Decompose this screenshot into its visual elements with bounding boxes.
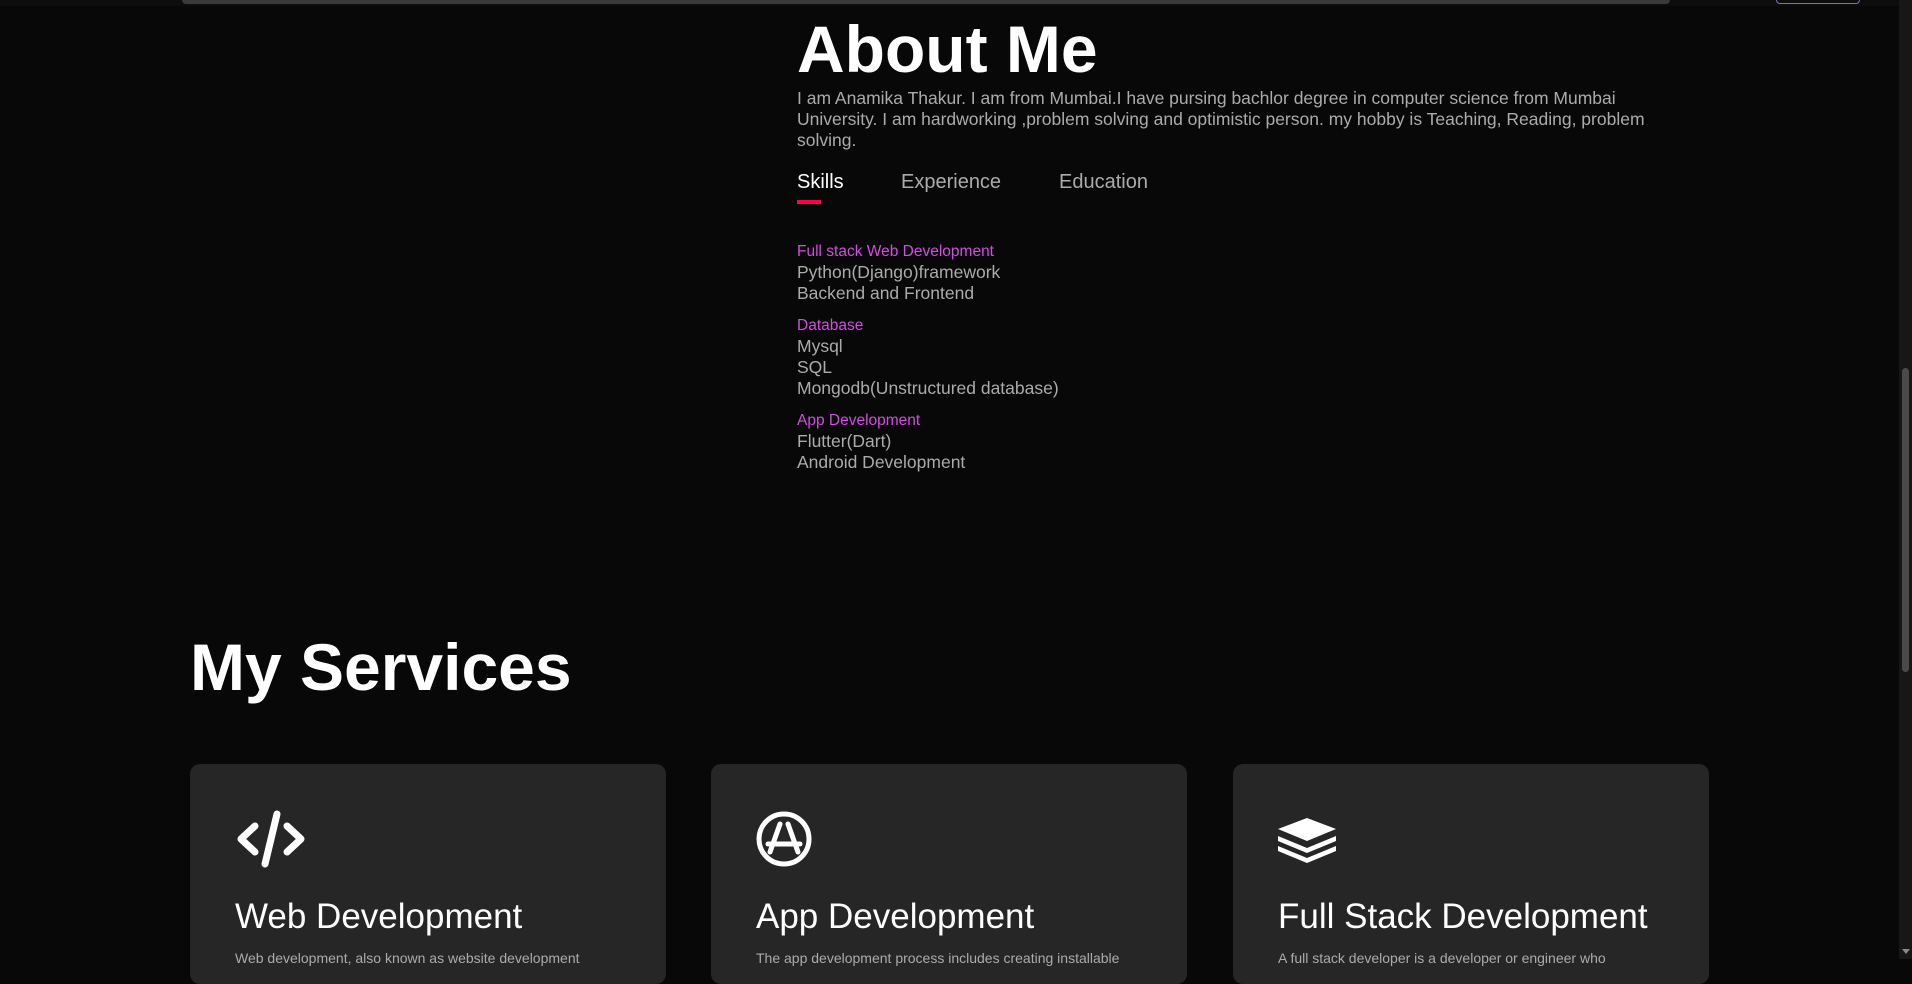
card-title: Web Development [235,897,523,936]
service-card-app[interactable]: App Development The app development proc… [711,764,1187,984]
tab-experience[interactable]: Experience [901,171,1001,194]
card-description: Web development, also known as website d… [235,950,580,966]
code-icon [237,810,305,868]
tab-skills[interactable]: Skills [797,171,844,204]
service-card-web[interactable]: Web Development Web development, also kn… [190,764,666,984]
skill-item: Flutter(Dart) [797,431,892,451]
about-title: About Me [797,12,1098,86]
skill-group-title: Database [797,317,864,334]
layers-icon [1278,818,1336,863]
scrollbar[interactable] [1899,0,1912,959]
app-store-icon [756,811,812,867]
skill-group-title: Full stack Web Development [797,243,994,260]
skill-item: Backend and Frontend [797,283,975,303]
card-description: A full stack developer is a developer or… [1278,950,1606,966]
skill-item: SQL [797,357,833,377]
skill-item: Mongodb(Unstructured database) [797,378,1059,398]
toolbar-button[interactable] [1776,0,1860,4]
skill-group-app: App Development Flutter(Dart) Android De… [797,410,1059,473]
card-title: Full Stack Development [1278,897,1648,936]
about-section: About Me I am Anamika Thakur. I am from … [797,10,1697,151]
scroll-down-icon[interactable] [1902,949,1910,954]
service-card-fullstack[interactable]: Full Stack Development A full stack deve… [1233,764,1709,984]
skill-item: Python(Django)framework [797,262,1001,282]
skill-item: Mysql [797,336,843,356]
skills-list: Full stack Web Development Python(Django… [797,241,1059,484]
skill-item: Android Development [797,452,966,472]
skill-group-title: App Development [797,412,921,429]
card-title: App Development [756,897,1035,936]
card-description: The app development process includes cre… [756,950,1120,966]
skill-group-web: Full stack Web Development Python(Django… [797,241,1059,304]
skill-group-database: Database Mysql SQL Mongodb(Unstructured … [797,315,1059,399]
scrollbar-thumb[interactable] [1902,368,1909,672]
tab-education[interactable]: Education [1059,171,1148,194]
services-title: My Services [190,630,572,704]
browser-top-bar [0,0,1912,6]
address-bar[interactable] [182,0,1670,4]
about-intro: I am Anamika Thakur. I am from Mumbai.I … [797,88,1645,150]
